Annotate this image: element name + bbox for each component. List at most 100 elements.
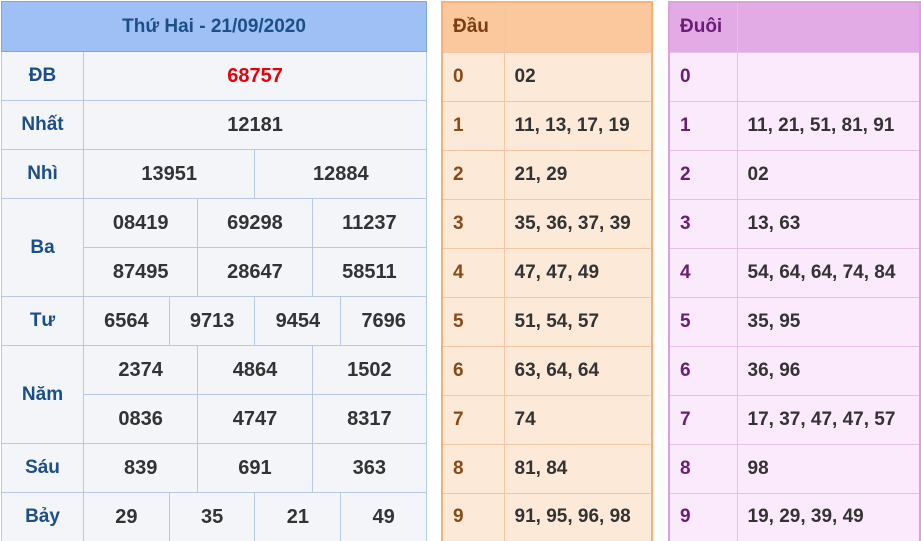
prize-number: 08419: [82, 198, 199, 248]
prize-label-db: ĐB: [1, 51, 84, 101]
duoi-row: 7 17, 37, 47, 47, 57: [668, 394, 921, 445]
dau-values: 91, 95, 96, 98: [503, 492, 653, 541]
dau-row: 3 35, 36, 37, 39: [441, 198, 653, 249]
prize-row-sau: Sáu 839 691 363: [1, 443, 428, 493]
prize-number: 9713: [168, 296, 256, 346]
duoi-values: 19, 29, 39, 49: [736, 492, 921, 541]
prize-row-nam: Năm 2374 4864 1502: [1, 345, 428, 444]
dau-digit: 4: [441, 247, 505, 298]
duoi-digit: 5: [668, 296, 738, 347]
dau-table: Đầu 0 02 1 11, 13, 17, 19 2 21, 29 3 35, 36,…: [441, 1, 653, 541]
dau-values: 21, 29: [503, 149, 653, 200]
duoi-values: 11, 21, 51, 81, 91: [736, 100, 921, 151]
duoi-row: 1 11, 21, 51, 81, 91: [668, 100, 921, 151]
prize-number: 11237: [311, 198, 428, 248]
dau-header-blank: [503, 1, 653, 53]
results-table: Thứ Hai - 21/09/2020 ĐB 68757 Nhất 12181…: [0, 1, 428, 541]
duoi-row: 0: [668, 51, 921, 102]
prize-row-nhi: Nhì 13951 12884: [1, 149, 428, 199]
dau-digit: 5: [441, 296, 505, 347]
dau-values: 81, 84: [503, 443, 653, 494]
dau-digit: 6: [441, 345, 505, 396]
dau-values: 51, 54, 57: [503, 296, 653, 347]
duoi-header-blank: [736, 1, 921, 53]
duoi-digit: 9: [668, 492, 738, 541]
prize-number: 21: [254, 492, 342, 541]
prize-number: 58511: [311, 247, 428, 297]
prize-number: 49: [340, 492, 428, 541]
results-title: Thứ Hai - 21/09/2020: [0, 1, 428, 52]
dau-row: 5 51, 54, 57: [441, 296, 653, 347]
dau-row: 2 21, 29: [441, 149, 653, 200]
dau-row: 8 81, 84: [441, 443, 653, 494]
prize-number: 1502: [311, 345, 428, 395]
prize-number: 4747: [197, 394, 313, 444]
duoi-header: Đuôi: [668, 1, 738, 53]
prize-number: 29: [83, 492, 170, 541]
dau-values: 74: [503, 394, 653, 445]
duoi-table: Đuôi 0 1 11, 21, 51, 81, 91 2 02 3 13, 63 4…: [668, 1, 921, 541]
dau-values: 02: [503, 51, 653, 102]
prize-row-bay: Bảy 29 35 21 49: [1, 492, 428, 541]
prize-number: 7696: [340, 296, 428, 346]
prize-number: 35: [168, 492, 256, 541]
prize-label-tu: Tư: [1, 296, 84, 346]
prize-number: 6564: [83, 296, 170, 346]
prize-number: 9454: [254, 296, 342, 346]
prize-number: 13951: [82, 149, 256, 199]
dau-row: 7 74: [441, 394, 653, 445]
dau-digit: 7: [441, 394, 505, 445]
duoi-digit: 8: [668, 443, 738, 494]
dau-digit: 2: [441, 149, 505, 200]
duoi-digit: 6: [668, 345, 738, 396]
prize-label-nhat: Nhất: [1, 100, 84, 150]
duoi-values: 13, 63: [736, 198, 921, 249]
dau-values: 47, 47, 49: [503, 247, 653, 298]
dau-values: 11, 13, 17, 19: [503, 100, 653, 151]
prize-number: 691: [197, 443, 313, 493]
prize-label-nam: Năm: [1, 345, 84, 444]
prize-number: 87495: [82, 247, 199, 297]
results-header-row: Thứ Hai - 21/09/2020: [0, 1, 428, 52]
duoi-row: 4 54, 64, 64, 74, 84: [668, 247, 921, 298]
duoi-digit: 1: [668, 100, 738, 151]
prize-number: 8317: [311, 394, 428, 444]
prize-number: 839: [82, 443, 199, 493]
dau-values: 35, 36, 37, 39: [503, 198, 653, 249]
prize-number: 2374: [82, 345, 199, 395]
dau-row: 6 63, 64, 64: [441, 345, 653, 396]
duoi-digit: 0: [668, 51, 738, 102]
prize-label-ba: Ba: [1, 198, 84, 297]
prize-number: 12181: [82, 100, 428, 150]
dau-digit: 9: [441, 492, 505, 541]
dau-header: Đầu: [441, 1, 505, 53]
prize-number: 12884: [254, 149, 428, 199]
prize-row-db: ĐB 68757: [1, 51, 428, 101]
prize-number: 0836: [82, 394, 199, 444]
dau-digit: 0: [441, 51, 505, 102]
duoi-row: 8 98: [668, 443, 921, 494]
duoi-row: 3 13, 63: [668, 198, 921, 249]
duoi-header-row: Đuôi: [668, 1, 921, 53]
prize-number: 69298: [197, 198, 313, 248]
duoi-row: 9 19, 29, 39, 49: [668, 492, 921, 541]
dau-values: 63, 64, 64: [503, 345, 653, 396]
duoi-digit: 4: [668, 247, 738, 298]
duoi-row: 6 36, 96: [668, 345, 921, 396]
dau-digit: 1: [441, 100, 505, 151]
prize-row-tu: Tư 6564 9713 9454 7696: [1, 296, 428, 346]
duoi-values: 54, 64, 64, 74, 84: [736, 247, 921, 298]
prize-row-nhat: Nhất 12181: [1, 100, 428, 150]
dau-digit: 8: [441, 443, 505, 494]
special-prize-number: 68757: [82, 51, 428, 101]
prize-number: 363: [311, 443, 428, 493]
prize-label-bay: Bảy: [1, 492, 84, 541]
duoi-row: 2 02: [668, 149, 921, 200]
duoi-digit: 7: [668, 394, 738, 445]
dau-row: 9 91, 95, 96, 98: [441, 492, 653, 541]
dau-digit: 3: [441, 198, 505, 249]
duoi-values: 36, 96: [736, 345, 921, 396]
duoi-digit: 3: [668, 198, 738, 249]
duoi-digit: 2: [668, 149, 738, 200]
dau-row: 4 47, 47, 49: [441, 247, 653, 298]
